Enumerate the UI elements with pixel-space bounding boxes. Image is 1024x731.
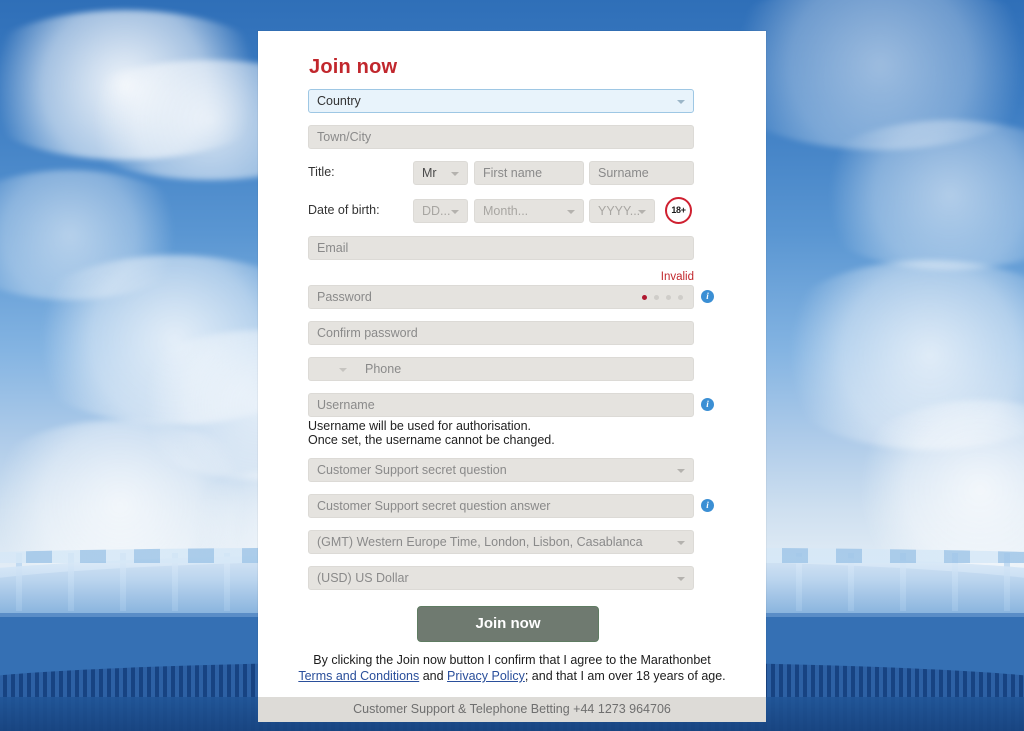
town-city-input[interactable]: Town/City [308,125,694,149]
username-info-icon[interactable]: i [701,398,714,411]
title-select-value: Mr [422,166,437,180]
date-of-birth-label: Date of birth: [308,203,380,217]
surname-placeholder: Surname [598,166,649,180]
secret-question-placeholder: Customer Support secret question [317,463,507,477]
currency-select-value: (USD) US Dollar [317,571,409,585]
secret-question-select[interactable]: Customer Support secret question [308,458,694,482]
first-name-placeholder: First name [483,166,543,180]
password-strength-meter [642,295,683,300]
strength-dot-filled [642,295,647,300]
phone-country-chevron-down-icon[interactable] [339,368,347,372]
phone-placeholder: Phone [365,362,402,376]
email-input[interactable]: Email [308,236,694,260]
dob-year-select[interactable]: YYYY... [589,199,655,223]
screen: Join now Country Town/City Title: Mr Fir… [0,0,1024,731]
terms-and-conditions-link[interactable]: Terms and Conditions [298,669,419,683]
secret-answer-input[interactable]: Customer Support secret question answer [308,494,694,518]
confirm-password-placeholder: Confirm password [317,326,418,340]
timezone-select-value: (GMT) Western Europe Time, London, Lisbo… [317,535,643,549]
password-input[interactable]: Password [308,285,694,309]
privacy-policy-link[interactable]: Privacy Policy [447,669,525,683]
terms-line-2: Terms and Conditions and Privacy Policy;… [282,669,742,683]
secret-answer-placeholder: Customer Support secret question answer [317,499,551,513]
country-select[interactable]: Country [308,89,694,113]
dob-month-placeholder: Month... [483,204,529,218]
password-info-icon[interactable]: i [701,290,714,303]
password-placeholder: Password [317,290,372,304]
currency-select[interactable]: (USD) US Dollar [308,566,694,590]
strength-dot-empty [678,295,683,300]
terms-tail: ; and that I am over 18 years of age. [524,669,726,683]
username-hint-line-2: Once set, the username cannot be changed… [308,433,555,447]
first-name-input[interactable]: First name [474,161,584,185]
terms-line-1: By clicking the Join now button I confir… [313,653,711,667]
registration-form-card: Join now Country Town/City Title: Mr Fir… [258,31,766,697]
secret-answer-info-icon[interactable]: i [701,499,714,512]
title-label: Title: [308,165,335,179]
title-select[interactable]: Mr [413,161,468,185]
join-now-button[interactable]: Join now [417,606,599,642]
username-input[interactable]: Username [308,393,694,417]
dob-year-placeholder: YYYY... [598,204,641,218]
town-city-placeholder: Town/City [317,130,372,144]
dob-day-select[interactable]: DD... [413,199,468,223]
username-hint-line-1: Username will be used for authorisation. [308,419,532,433]
dob-day-placeholder: DD... [422,204,451,218]
password-validation-message: Invalid [660,271,694,283]
terms-conjunction: and [419,669,448,683]
phone-input[interactable]: Phone [308,357,694,381]
strength-dot-empty [666,295,671,300]
support-footer-bar: Customer Support & Telephone Betting +44… [258,697,766,722]
age-18-plus-icon: 18+ [665,197,692,224]
strength-dot-empty [654,295,659,300]
dob-month-select[interactable]: Month... [474,199,584,223]
email-placeholder: Email [317,241,349,255]
country-select-value: Country [317,94,361,108]
timezone-select[interactable]: (GMT) Western Europe Time, London, Lisbo… [308,530,694,554]
page-title: Join now [309,56,398,78]
surname-input[interactable]: Surname [589,161,694,185]
confirm-password-input[interactable]: Confirm password [308,321,694,345]
username-placeholder: Username [317,398,375,412]
